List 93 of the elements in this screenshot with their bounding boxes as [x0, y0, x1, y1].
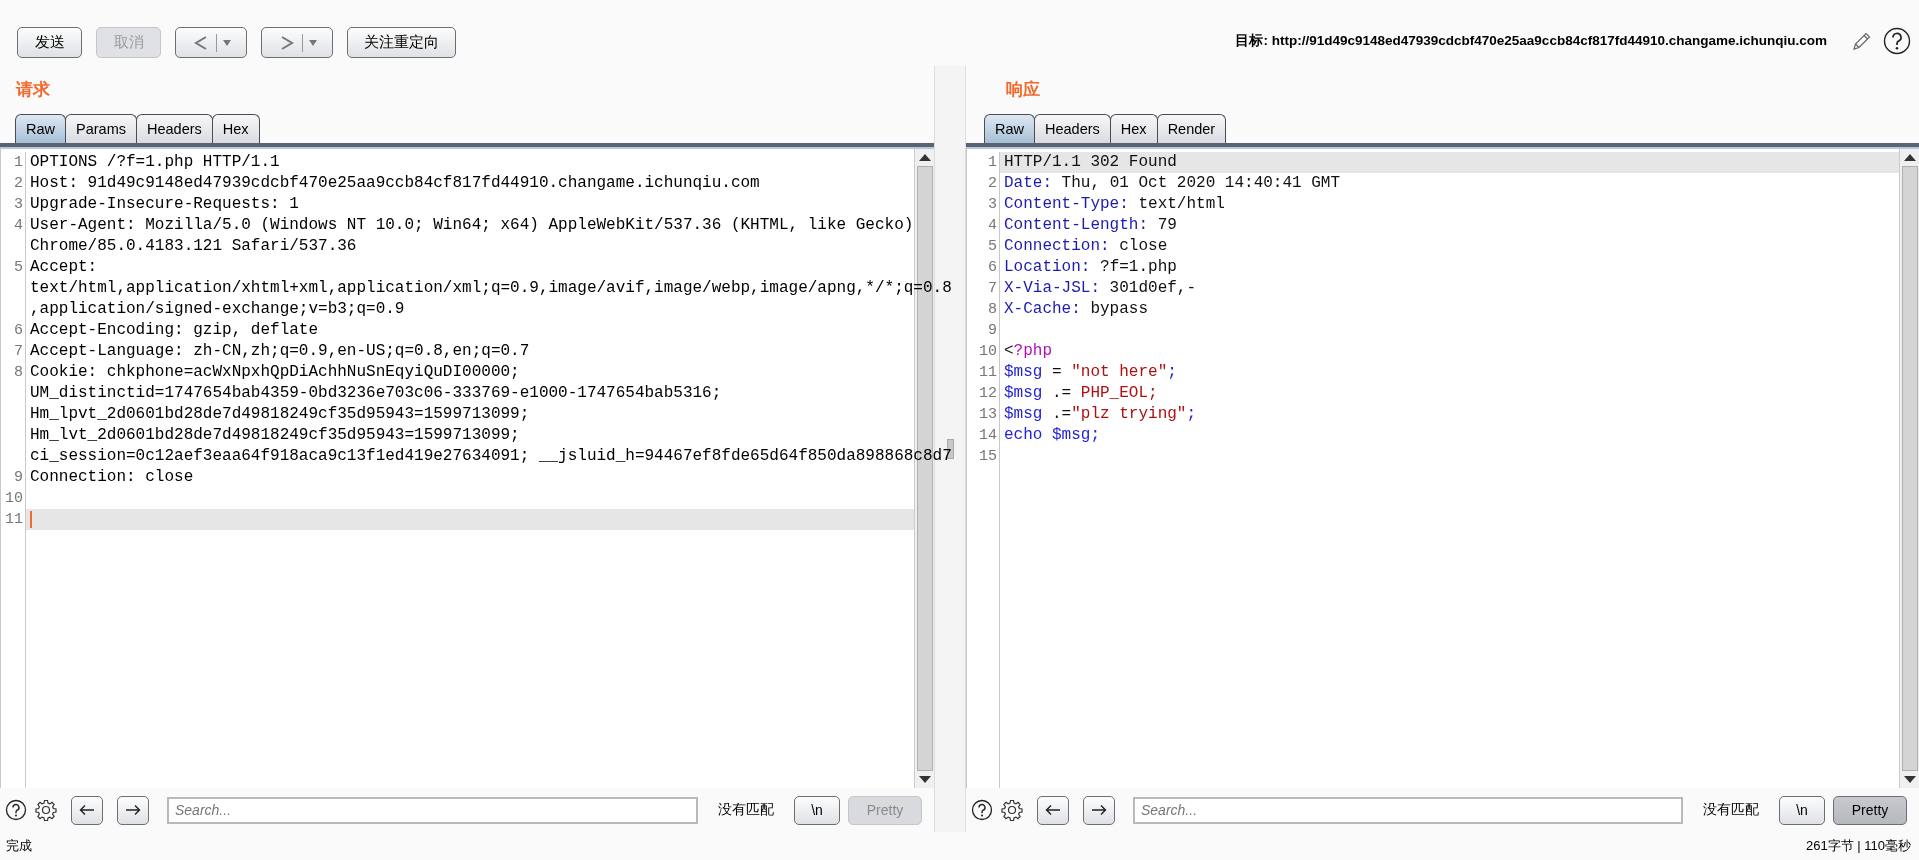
- code-line: <?php: [1004, 341, 1052, 362]
- toolbar-button[interactable]: 关注重定向: [347, 27, 456, 58]
- code-line: Content-Type: text/html: [1004, 194, 1225, 215]
- line-number: 9: [13, 468, 23, 488]
- help-icon[interactable]: [971, 799, 993, 821]
- previous-button[interactable]: [71, 795, 103, 825]
- dropdown-caret-icon: [222, 38, 231, 47]
- line-number: 13: [978, 405, 997, 425]
- line-number: 5: [13, 258, 23, 278]
- code-line: Cookie: chkphone=acWxNpxhQpDiAchhNuSnEqyiQuDI00000; UM_distinctid=1747654bab4359-0bd3236e703c06-333769-e1000-1747654bab5316; Hm_lpvt_2d0601bd28de7d49818249cf35d95943=1599713099; Hm_lvt_2d0601bd28de7d49818249cf35d95943=1599713099; ci_session=0c12aef3eaa64f918aca9c13f1ed419e27634091; __jsluid_h=94467ef8fde65d64f850da898868c8d7: [30, 362, 952, 467]
- line-number: 12: [978, 384, 997, 404]
- code-line: User-Agent: Mozilla/5.0 (Windows NT 10.0; Win64; x64) AppleWebKit/537.36 (KHTML, like Gecko) Chrome/85.0.4183.121 Safari/537.36: [30, 215, 914, 257]
- code-line: Upgrade-Insecure-Requests: 1: [30, 194, 299, 215]
- line-number: 2: [13, 174, 23, 194]
- help-icon[interactable]: [1883, 27, 1911, 55]
- code-line: HTTP/1.1 302 Found: [1004, 152, 1177, 173]
- scroll-up-icon[interactable]: [1902, 152, 1917, 162]
- code-line: Accept: text/html,application/xhtml+xml,application/xml;q=0.9,image/avif,image/webp,image/apng,*/*;q=0.8 ,application/signed-exchange;v=b3;q=0.9: [30, 257, 952, 320]
- line-number: 4: [987, 216, 997, 236]
- code-line: $msg .= PHP_EOL;: [1004, 383, 1158, 404]
- search-field[interactable]: Search...: [167, 796, 698, 824]
- code-line: OPTIONS /?f=1.php HTTP/1.1: [30, 152, 280, 173]
- help-icon[interactable]: [5, 799, 27, 821]
- line-number: 5: [987, 237, 997, 257]
- arrow-left-icon: [1045, 804, 1061, 816]
- line-number: 4: [13, 216, 23, 236]
- line-number: 3: [13, 195, 23, 215]
- dropdown-caret-icon: [308, 38, 317, 47]
- tab[interactable]: Headers: [1034, 114, 1111, 143]
- settings-icon[interactable]: [1001, 799, 1023, 821]
- code-line: $msg = "not here";: [1004, 362, 1177, 383]
- pane-title: 请求: [14, 78, 50, 101]
- settings-icon[interactable]: [35, 799, 57, 821]
- line-number: 15: [978, 447, 997, 467]
- pane-title: 响应: [1005, 78, 1040, 101]
- scroll-down-icon[interactable]: [1902, 775, 1917, 785]
- line-number: 7: [13, 342, 23, 362]
- tab[interactable]: Params: [65, 114, 137, 143]
- toggle-button[interactable]: Pretty: [1833, 795, 1907, 825]
- toggle-button[interactable]: \n: [1779, 795, 1825, 825]
- code-line: Accept-Encoding: gzip, deflate: [30, 320, 319, 341]
- line-number: 1: [13, 153, 23, 173]
- line-number: 8: [987, 300, 997, 320]
- target-url: 目标: http://91d49c9148ed47939cdcbf470e25aa9ccb84cf817fd44910.changame.ichunqiu.com: [1235, 32, 1827, 50]
- code-line: Host: 91d49c9148ed47939cdcbf470e25aa9ccb84cf817fd44910.changame.ichunqiu.com: [30, 173, 760, 194]
- line-number: 10: [4, 489, 23, 509]
- line-number: 1: [987, 153, 997, 173]
- scroll-up-icon[interactable]: [917, 152, 932, 162]
- line-number: 6: [987, 258, 997, 278]
- code-line: Content-Length: 79: [1004, 215, 1177, 236]
- tab[interactable]: Render: [1156, 114, 1227, 143]
- code-line: X-Via-JSL: 301d0ef,-: [1004, 278, 1197, 299]
- toggle-button[interactable]: \n: [794, 795, 840, 825]
- arrow-right-icon: [125, 804, 141, 816]
- code-line: X-Cache: bypass: [1004, 299, 1149, 320]
- tab[interactable]: Headers: [136, 114, 213, 143]
- tab[interactable]: Hex: [1109, 114, 1158, 143]
- match-count: 没有匹配: [718, 801, 774, 819]
- line-number: 2: [987, 174, 997, 194]
- tab[interactable]: Raw: [15, 114, 66, 143]
- line-number: 6: [13, 321, 23, 341]
- line-number: 11: [4, 510, 23, 530]
- code-line: $msg .="plz trying";: [1004, 404, 1197, 425]
- tab[interactable]: Raw: [984, 114, 1035, 143]
- scroll-down-icon[interactable]: [917, 775, 932, 785]
- back-button[interactable]: [175, 27, 247, 58]
- code-line: Connection: close: [30, 467, 194, 488]
- next-button[interactable]: [117, 795, 149, 825]
- code-line: Accept-Language: zh-CN,zh;q=0.9,en-US;q=0.8,en;q=0.7: [30, 341, 530, 362]
- line-number: 7: [987, 279, 997, 299]
- pencil-icon[interactable]: [1851, 30, 1873, 52]
- line-number: 9: [987, 321, 997, 341]
- vertical-scrollbar[interactable]: [1899, 149, 1919, 788]
- search-field[interactable]: Search...: [1133, 796, 1683, 824]
- arrow-left-icon: [79, 804, 95, 816]
- code-line: echo $msg;: [1004, 425, 1100, 446]
- line-number: 10: [978, 342, 997, 362]
- code-line: Location: ?f=1.php: [1004, 257, 1177, 278]
- toolbar-button[interactable]: 发送: [17, 27, 82, 58]
- code-line: Connection: close: [1004, 236, 1168, 257]
- forward-button[interactable]: [261, 27, 333, 58]
- line-number: 3: [987, 195, 997, 215]
- arrow-right-icon: [1091, 804, 1107, 816]
- line-number: 11: [978, 363, 997, 383]
- tab[interactable]: Hex: [211, 114, 260, 143]
- previous-button[interactable]: [1037, 795, 1069, 825]
- line-number: 14: [978, 426, 997, 446]
- line-number: 8: [13, 363, 23, 383]
- code-line: Date: Thu, 01 Oct 2020 14:40:41 GMT: [1004, 173, 1341, 194]
- response-stats: 261字节 | 110毫秒: [1806, 837, 1911, 855]
- match-count: 没有匹配: [1703, 801, 1759, 819]
- status-text: 完成: [6, 837, 32, 855]
- next-button[interactable]: [1083, 795, 1115, 825]
